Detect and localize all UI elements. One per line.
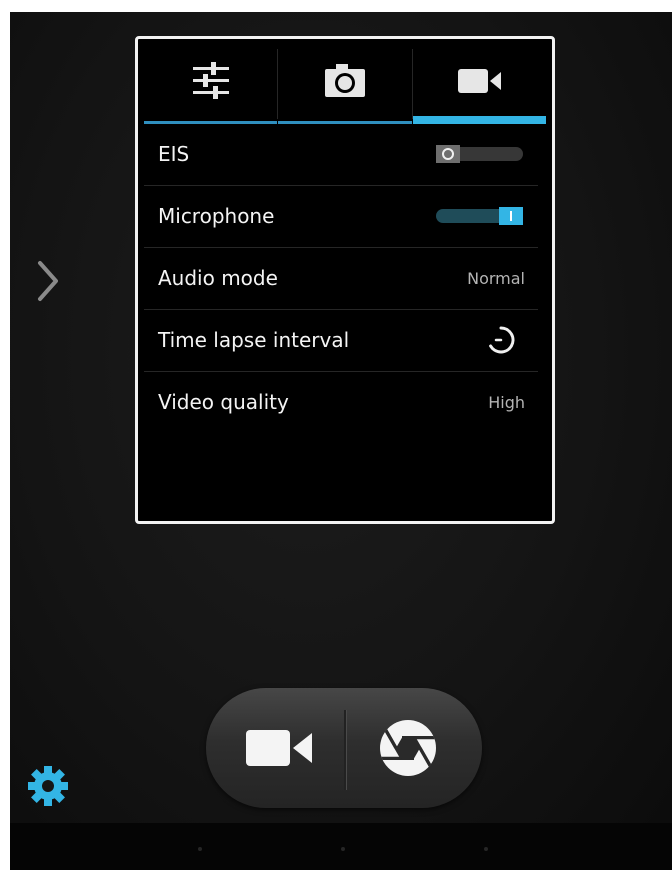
- video-settings-list: EIS Microphone Audio mode Normal Time la…: [144, 124, 538, 433]
- toggle-thumb: [436, 145, 460, 163]
- setting-row-time-lapse[interactable]: Time lapse interval: [144, 310, 538, 372]
- microphone-toggle[interactable]: [436, 207, 523, 225]
- tab-underline-active: [413, 116, 546, 124]
- setting-label: EIS: [158, 142, 190, 166]
- sliders-icon: [191, 61, 231, 105]
- nav-dot[interactable]: [341, 847, 345, 851]
- pill-divider: [344, 710, 347, 790]
- timer-icon: [486, 325, 516, 355]
- nav-dot[interactable]: [198, 847, 202, 851]
- gear-icon[interactable]: [25, 763, 71, 809]
- settings-tabbar: [144, 43, 546, 124]
- shutter-button[interactable]: [362, 708, 454, 788]
- tab-photo-settings[interactable]: [278, 43, 412, 124]
- tab-general-settings[interactable]: [144, 43, 277, 124]
- setting-label: Time lapse interval: [158, 328, 350, 352]
- setting-label: Microphone: [158, 204, 275, 228]
- setting-label: Video quality: [158, 390, 289, 414]
- tab-video-settings[interactable]: [413, 43, 546, 124]
- shutter-icon: [362, 720, 454, 792]
- eis-toggle[interactable]: [436, 145, 523, 163]
- chevron-right-icon[interactable]: [34, 259, 64, 303]
- nav-dot[interactable]: [484, 847, 488, 851]
- setting-value: Normal: [467, 269, 525, 288]
- camera-icon: [323, 61, 367, 105]
- settings-panel: EIS Microphone Audio mode Normal Time la…: [135, 36, 555, 524]
- setting-value: High: [488, 393, 525, 412]
- video-camera-icon: [232, 730, 326, 782]
- setting-row-audio-mode[interactable]: Audio mode Normal: [144, 248, 538, 310]
- toggle-thumb: [499, 207, 523, 225]
- video-camera-icon: [456, 61, 504, 105]
- camera-screen: EIS Microphone Audio mode Normal Time la…: [10, 12, 672, 870]
- setting-row-microphone[interactable]: Microphone: [144, 186, 538, 248]
- setting-row-video-quality[interactable]: Video quality High: [144, 372, 538, 433]
- capture-control-pill: [206, 688, 482, 808]
- setting-label: Audio mode: [158, 266, 278, 290]
- setting-row-eis[interactable]: EIS: [144, 124, 538, 186]
- navigation-bar: [10, 823, 672, 870]
- video-mode-button[interactable]: [232, 718, 326, 778]
